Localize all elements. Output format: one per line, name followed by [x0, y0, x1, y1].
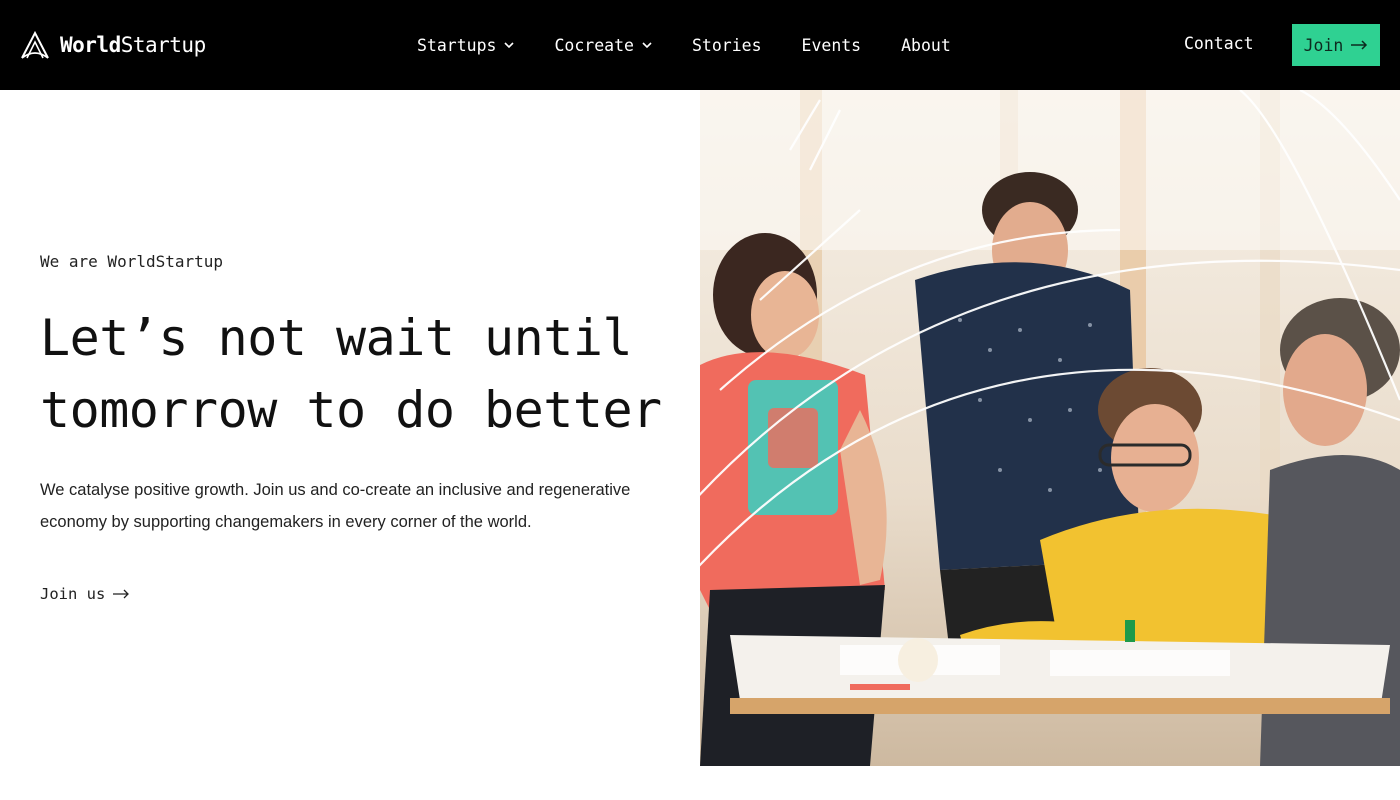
hero-eyebrow: We are WorldStartup: [40, 252, 224, 271]
headline-line-2: tomorrow to do better: [40, 381, 662, 439]
join-button[interactable]: Join: [1292, 24, 1380, 66]
nav-item-label: About: [901, 35, 951, 55]
nav-item-label: Startups: [417, 35, 497, 55]
site-header: WorldStartup Startups Cocreate Stories E…: [0, 0, 1400, 90]
chevron-down-icon: [642, 41, 652, 48]
brand-wordmark: WorldStartup: [60, 33, 206, 57]
headline-line-1: Let’s not wait until: [40, 309, 633, 367]
join-us-link[interactable]: Join us: [40, 585, 130, 603]
hero-headline: Let’s not wait until tomorrow to do bett…: [40, 302, 690, 446]
nav-item-label: Cocreate: [554, 35, 634, 55]
arrow-right-icon: [1351, 40, 1368, 50]
nav-item-label: Events: [801, 35, 862, 55]
join-us-label: Join us: [40, 585, 106, 603]
hero-photo-illustration: [700, 90, 1400, 766]
brand-logo[interactable]: WorldStartup: [20, 28, 206, 62]
nav-item-cocreate[interactable]: Cocreate: [554, 35, 652, 55]
nav-item-stories[interactable]: Stories: [692, 36, 762, 55]
hero-photo-team-collaboration: [700, 90, 1400, 766]
nav-item-startups[interactable]: Startups: [417, 35, 515, 55]
nav-item-events[interactable]: Events: [802, 36, 862, 55]
worldstartup-logo-icon: [21, 30, 49, 59]
main-nav: Startups Cocreate Stories Events About: [417, 0, 991, 90]
nav-item-label: Stories: [691, 35, 762, 55]
contact-link[interactable]: Contact: [1184, 34, 1254, 53]
arrow-right-icon: [113, 589, 130, 599]
nav-item-about[interactable]: About: [901, 36, 951, 55]
join-button-label: Join: [1303, 35, 1344, 55]
chevron-down-icon: [504, 41, 515, 48]
hero-description: We catalyse positive growth. Join us and…: [40, 481, 631, 531]
